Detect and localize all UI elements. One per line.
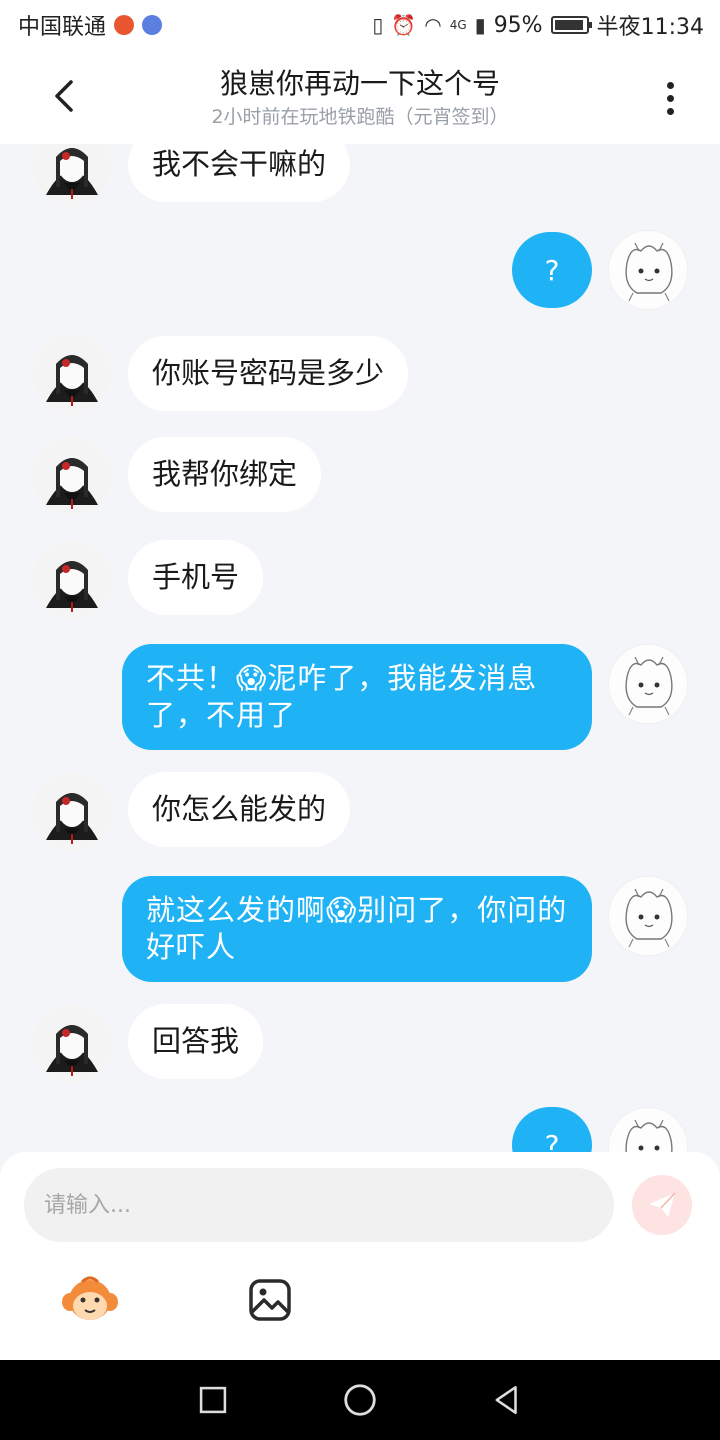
more-dot — [666, 81, 674, 89]
more-dot — [666, 94, 674, 102]
incoming-bubble[interactable]: 你怎么能发的 — [128, 772, 351, 847]
emoji-button[interactable] — [60, 1272, 120, 1328]
contact-avatar[interactable] — [32, 437, 112, 517]
status-right: ▯ ⏰ ◠ 4G ▮ 95% 半夜11:34 — [372, 9, 704, 41]
my-avatar[interactable] — [608, 230, 688, 310]
status-left: 中国联通 — [18, 9, 163, 41]
system-nav-bar — [0, 1360, 720, 1440]
message-list[interactable]: 我不会干嘛的 ? 你账号密码是多少 我帮你绑定 手机号 不共！😱泥咋了，我能发消… — [0, 144, 720, 1152]
status-bar: 中国联通 ▯ ⏰ ◠ 4G ▮ 95% 半夜11:34 — [0, 0, 720, 50]
monkey-emoji-icon — [62, 1276, 118, 1320]
recents-button[interactable] — [191, 1378, 235, 1422]
more-options-button[interactable] — [646, 72, 694, 124]
battery-icon — [550, 16, 592, 34]
network-type: 4G — [449, 18, 467, 32]
my-avatar[interactable] — [608, 876, 688, 956]
contact-avatar[interactable] — [32, 334, 112, 414]
image-picker-button[interactable] — [240, 1272, 300, 1328]
incoming-bubble[interactable]: 回答我 — [128, 1004, 264, 1079]
signal-icon: ▮ — [474, 13, 486, 37]
chat-title: 狼崽你再动一下这个号 — [219, 67, 500, 100]
contact-avatar[interactable] — [32, 772, 112, 852]
my-avatar[interactable] — [608, 644, 688, 724]
incoming-bubble[interactable]: 我不会干嘛的 — [128, 144, 351, 202]
vibrate-icon: ▯ — [372, 13, 384, 37]
image-icon — [249, 1279, 291, 1321]
contact-avatar[interactable] — [32, 144, 112, 207]
outgoing-bubble[interactable]: 不共！😱泥咋了，我能发消息了，不用了 — [122, 644, 592, 750]
contact-avatar[interactable] — [32, 1004, 112, 1084]
home-button[interactable] — [338, 1378, 382, 1422]
triangle-back-icon — [495, 1385, 517, 1415]
composer — [0, 1152, 720, 1360]
my-avatar[interactable] — [608, 1107, 688, 1152]
carrier-label: 中国联通 — [18, 15, 107, 40]
wifi-icon: ◠ — [424, 13, 442, 37]
circle-icon — [344, 1384, 376, 1416]
alarm-icon: ⏰ — [391, 13, 417, 37]
outgoing-bubble[interactable]: ? — [512, 232, 592, 308]
send-button[interactable] — [632, 1175, 692, 1235]
more-dot — [666, 107, 674, 115]
outgoing-bubble[interactable]: ? — [512, 1107, 592, 1152]
back-nav-button[interactable] — [485, 1378, 529, 1422]
chat-header: 狼崽你再动一下这个号 2小时前在玩地铁跑酷（元宵签到） — [0, 50, 720, 144]
chat-subtitle: 2小时前在玩地铁跑酷（元宵签到） — [211, 106, 509, 128]
incoming-bubble[interactable]: 我帮你绑定 — [128, 437, 322, 512]
incoming-bubble[interactable]: 你账号密码是多少 — [128, 336, 409, 411]
paper-plane-icon — [649, 1192, 676, 1217]
notification-app-icon — [114, 15, 135, 35]
music-app-icon — [142, 15, 163, 35]
battery-percent: 95% — [493, 12, 543, 38]
clock: 半夜11:34 — [596, 15, 704, 40]
message-input[interactable] — [24, 1168, 614, 1242]
square-icon — [200, 1386, 227, 1414]
incoming-bubble[interactable]: 手机号 — [128, 540, 264, 615]
outgoing-bubble[interactable]: 就这么发的啊😱别问了，你问的好吓人 — [122, 876, 592, 982]
contact-avatar[interactable] — [32, 540, 112, 620]
